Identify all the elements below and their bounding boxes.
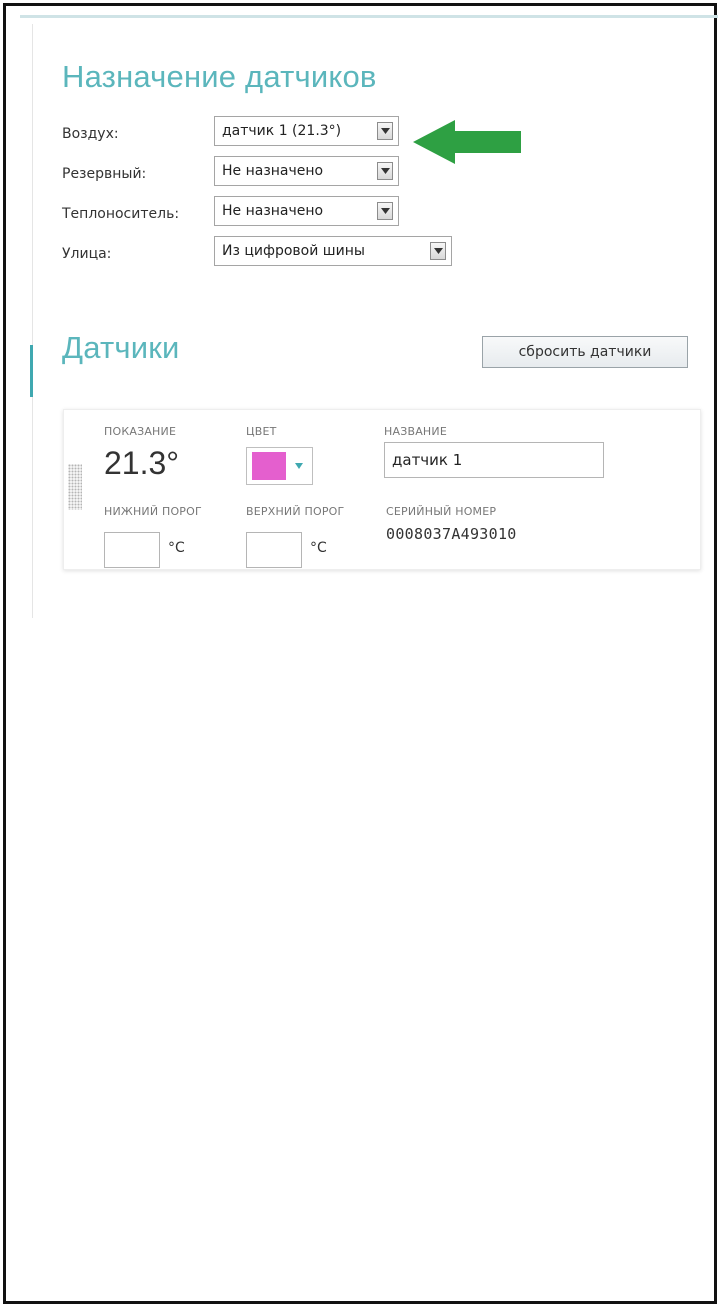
chevron-down-icon[interactable] [377, 202, 393, 220]
street-label: Улица: [62, 246, 112, 262]
lower-threshold-unit: °C [168, 540, 185, 556]
reserve-sensor-value: Не назначено [222, 163, 324, 179]
lower-threshold-input[interactable] [104, 532, 160, 568]
left-divider [32, 24, 33, 618]
reserve-sensor-select[interactable]: Не назначено [214, 156, 399, 186]
air-label: Воздух: [62, 126, 119, 142]
color-swatch [252, 452, 286, 480]
green-arrow-left-icon [413, 120, 521, 164]
coolant-label: Теплоноситель: [62, 206, 180, 222]
reading-value: 21.3° [104, 445, 180, 481]
app-window: Назначение датчиков Воздух: датчик 1 (21… [3, 3, 718, 1304]
serial-number-value: 0008037A493010 [386, 525, 517, 543]
chevron-down-icon[interactable] [377, 122, 393, 140]
sensor-assignment-title: Назначение датчиков [62, 59, 377, 94]
lower-threshold-label: НИЖНИЙ ПОРОГ [104, 505, 202, 518]
sensor-name-input[interactable] [384, 442, 604, 478]
upper-threshold-input[interactable] [246, 532, 302, 568]
upper-threshold-label: ВЕРХНИЙ ПОРОГ [246, 505, 345, 518]
color-label: ЦВЕТ [246, 425, 277, 438]
chevron-down-icon[interactable] [377, 162, 393, 180]
section-accent-marker [30, 345, 33, 397]
coolant-sensor-value: Не назначено [222, 203, 324, 219]
street-sensor-value: Из цифровой шины [222, 243, 365, 259]
sensor-card: ПОКАЗАНИЕ 21.3° ЦВЕТ НАЗВАНИЕ НИЖНИЙ ПОР… [63, 409, 701, 570]
coolant-sensor-select[interactable]: Не назначено [214, 196, 399, 226]
caret-down-icon [295, 463, 303, 469]
air-sensor-select[interactable]: датчик 1 (21.3°) [214, 116, 399, 146]
chevron-down-icon[interactable] [430, 242, 446, 260]
serial-number-label: СЕРИЙНЫЙ НОМЕР [386, 505, 497, 518]
reserve-label: Резервный: [62, 166, 147, 182]
reading-label: ПОКАЗАНИЕ [104, 425, 177, 438]
air-sensor-value: датчик 1 (21.3°) [222, 123, 342, 139]
upper-threshold-unit: °C [310, 540, 327, 556]
name-label: НАЗВАНИЕ [384, 425, 447, 438]
top-divider [20, 15, 718, 18]
drag-handle-icon[interactable] [68, 464, 82, 510]
color-picker[interactable] [246, 447, 313, 485]
sensors-title: Датчики [62, 330, 180, 365]
reset-sensors-button[interactable]: сбросить датчики [482, 336, 688, 368]
street-sensor-select[interactable]: Из цифровой шины [214, 236, 452, 266]
